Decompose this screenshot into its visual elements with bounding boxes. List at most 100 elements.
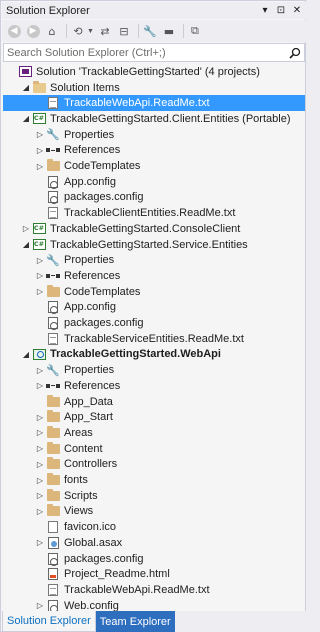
tree-item[interactable]: TrackableWebApi.ReadMe.txt [3,582,305,598]
tree-item[interactable]: ▷ Scripts [3,488,305,504]
collapsed-arrow-icon[interactable]: ▷ [35,413,45,422]
collapsed-arrow-icon[interactable]: ▷ [35,146,45,155]
folder-open-icon [31,80,47,95]
folder-icon-glyph [46,441,60,454]
collapsed-arrow-icon[interactable]: ▷ [35,476,45,485]
config-file-icon [45,599,61,611]
tree-item-label: Controllers [64,458,118,471]
tree-item[interactable]: App_Data [3,394,305,410]
references-icon-glyph [45,273,61,278]
sync-with-active-document-button[interactable]: ⇄ [97,23,113,39]
search-input[interactable] [4,46,286,59]
forward-button[interactable]: ▶ [25,23,41,39]
tree-item[interactable]: Project_Readme.html [3,566,305,582]
tab-team-explorer[interactable]: Team Explorer [95,611,175,632]
pending-changes-filter-button[interactable]: ⟲ [70,23,86,39]
folder-icon-glyph [46,457,60,470]
tree-item-label: References [64,144,121,157]
tree-item[interactable]: ▷ Global.asax [3,535,305,551]
tree-item[interactable]: Solution 'TrackableGettingStarted' (4 pr… [3,64,305,80]
tree-item[interactable]: packages.config [3,551,305,567]
tree-item[interactable]: TrackableWebApi.ReadMe.txt [3,95,305,112]
folder-icon [45,394,61,409]
wrench-icon: 🔧 [45,253,61,267]
tree-item[interactable]: ◢ TrackableGettingStarted.WebApi [3,347,305,363]
tree-item[interactable]: ▷ References [3,143,305,159]
preview-selected-items-button[interactable]: ⧉ [187,23,203,39]
tree-item[interactable]: App.config [3,300,305,316]
tree-item[interactable]: ▷ Views [3,504,305,520]
tree-item[interactable]: ▷ References [3,268,305,284]
references-icon [45,379,61,393]
expanded-arrow-icon[interactable]: ◢ [21,114,31,123]
expanded-arrow-icon[interactable]: ◢ [21,350,31,359]
expanded-arrow-icon[interactable]: ◢ [21,240,31,249]
tree-item[interactable]: ▷ Content [3,441,305,457]
tree-item-label: CodeTemplates [64,160,141,173]
tree-item-label: References [64,269,121,282]
tree-item[interactable]: ▷ CodeTemplates [3,158,305,174]
tree-item[interactable]: ▷ Controllers [3,457,305,473]
tree-item[interactable]: ▷ Web.config [3,598,305,611]
tree-item[interactable]: ▷ fonts [3,472,305,488]
tree-item[interactable]: ▷ 🔧 Properties [3,362,305,378]
close-icon[interactable]: ✕ [290,4,304,18]
tree-item[interactable]: TrackableServiceEntities.ReadMe.txt [3,331,305,347]
collapsed-arrow-icon[interactable]: ▷ [35,444,45,453]
show-all-files-button[interactable]: ▬ [161,23,177,39]
tree-item[interactable]: ▷ App_Start [3,409,305,425]
back-button[interactable]: ◀ [6,23,22,39]
tree-item[interactable]: packages.config [3,315,305,331]
tree-item[interactable]: ▷ 🔧 Properties [3,127,305,143]
tree-item[interactable]: App.config [3,174,305,190]
tree-item-label: App_Start [64,411,113,424]
properties-button[interactable]: 🔧 [142,23,158,39]
collapsed-arrow-icon[interactable]: ▷ [35,162,45,171]
home-button[interactable]: ⌂ [44,23,60,39]
config-file-icon-glyph [48,301,58,315]
chevron-down-icon[interactable]: ▼ [87,28,94,35]
collapsed-arrow-icon[interactable]: ▷ [35,460,45,469]
collapsed-arrow-icon[interactable]: ▷ [35,256,45,265]
tree-item[interactable]: packages.config [3,190,305,206]
collapse-all-button[interactable]: ⊟ [116,23,132,39]
folder-icon-glyph [46,473,60,486]
tree-item-label: App.config [64,175,116,188]
folder-icon-glyph [46,284,60,297]
folder-icon [45,425,61,440]
tree-item[interactable]: TrackableClientEntities.ReadMe.txt [3,205,305,221]
tree-item[interactable]: ▷ C# TrackableGettingStarted.ConsoleClient [3,221,305,237]
tree-item-label: fonts [64,474,88,487]
collapsed-arrow-icon[interactable]: ▷ [35,287,45,296]
tree-item[interactable]: ◢ Solution Items [3,80,305,96]
collapse-icon: ⊟ [119,24,129,38]
collapsed-arrow-icon[interactable]: ▷ [35,538,45,547]
collapsed-arrow-icon[interactable]: ▷ [35,366,45,375]
collapsed-arrow-icon[interactable]: ▷ [35,601,45,610]
tree-item[interactable]: ▷ CodeTemplates [3,284,305,300]
window-title: Solution Explorer [6,4,90,17]
tree-item[interactable]: ▷ 🔧 Properties [3,252,305,268]
asax-file-icon-glyph [47,536,59,549]
tree-item-label: Web.config [64,599,119,611]
tree-item[interactable]: ◢ C# TrackableGettingStarted.Client.Entiti… [3,111,305,127]
tab-solution-explorer[interactable]: Solution Explorer [2,611,96,632]
collapsed-arrow-icon[interactable]: ▷ [35,428,45,437]
collapsed-arrow-icon[interactable]: ▷ [35,271,45,280]
tree-item[interactable]: favicon.ico [3,519,305,535]
collapsed-arrow-icon[interactable]: ▷ [35,381,45,390]
folder-icon-glyph [46,425,60,438]
search-icon[interactable] [286,47,304,59]
expanded-arrow-icon[interactable]: ◢ [21,83,31,92]
title-bar: Solution Explorer ▾ ⊡ ✕ [2,2,306,19]
collapsed-arrow-icon[interactable]: ▷ [35,130,45,139]
tree-item[interactable]: ▷ References [3,378,305,394]
tree-item[interactable]: ▷ Areas [3,425,305,441]
references-icon-glyph [45,383,61,388]
collapsed-arrow-icon[interactable]: ▷ [35,507,45,516]
tree-item[interactable]: ◢ C# TrackableGettingStarted.Service.Entit… [3,237,305,253]
collapsed-arrow-icon[interactable]: ▷ [21,224,31,233]
collapsed-arrow-icon[interactable]: ▷ [35,491,45,500]
window-position-dropdown-icon[interactable]: ▾ [258,4,272,18]
auto-hide-pin-icon[interactable]: ⊡ [274,4,288,18]
